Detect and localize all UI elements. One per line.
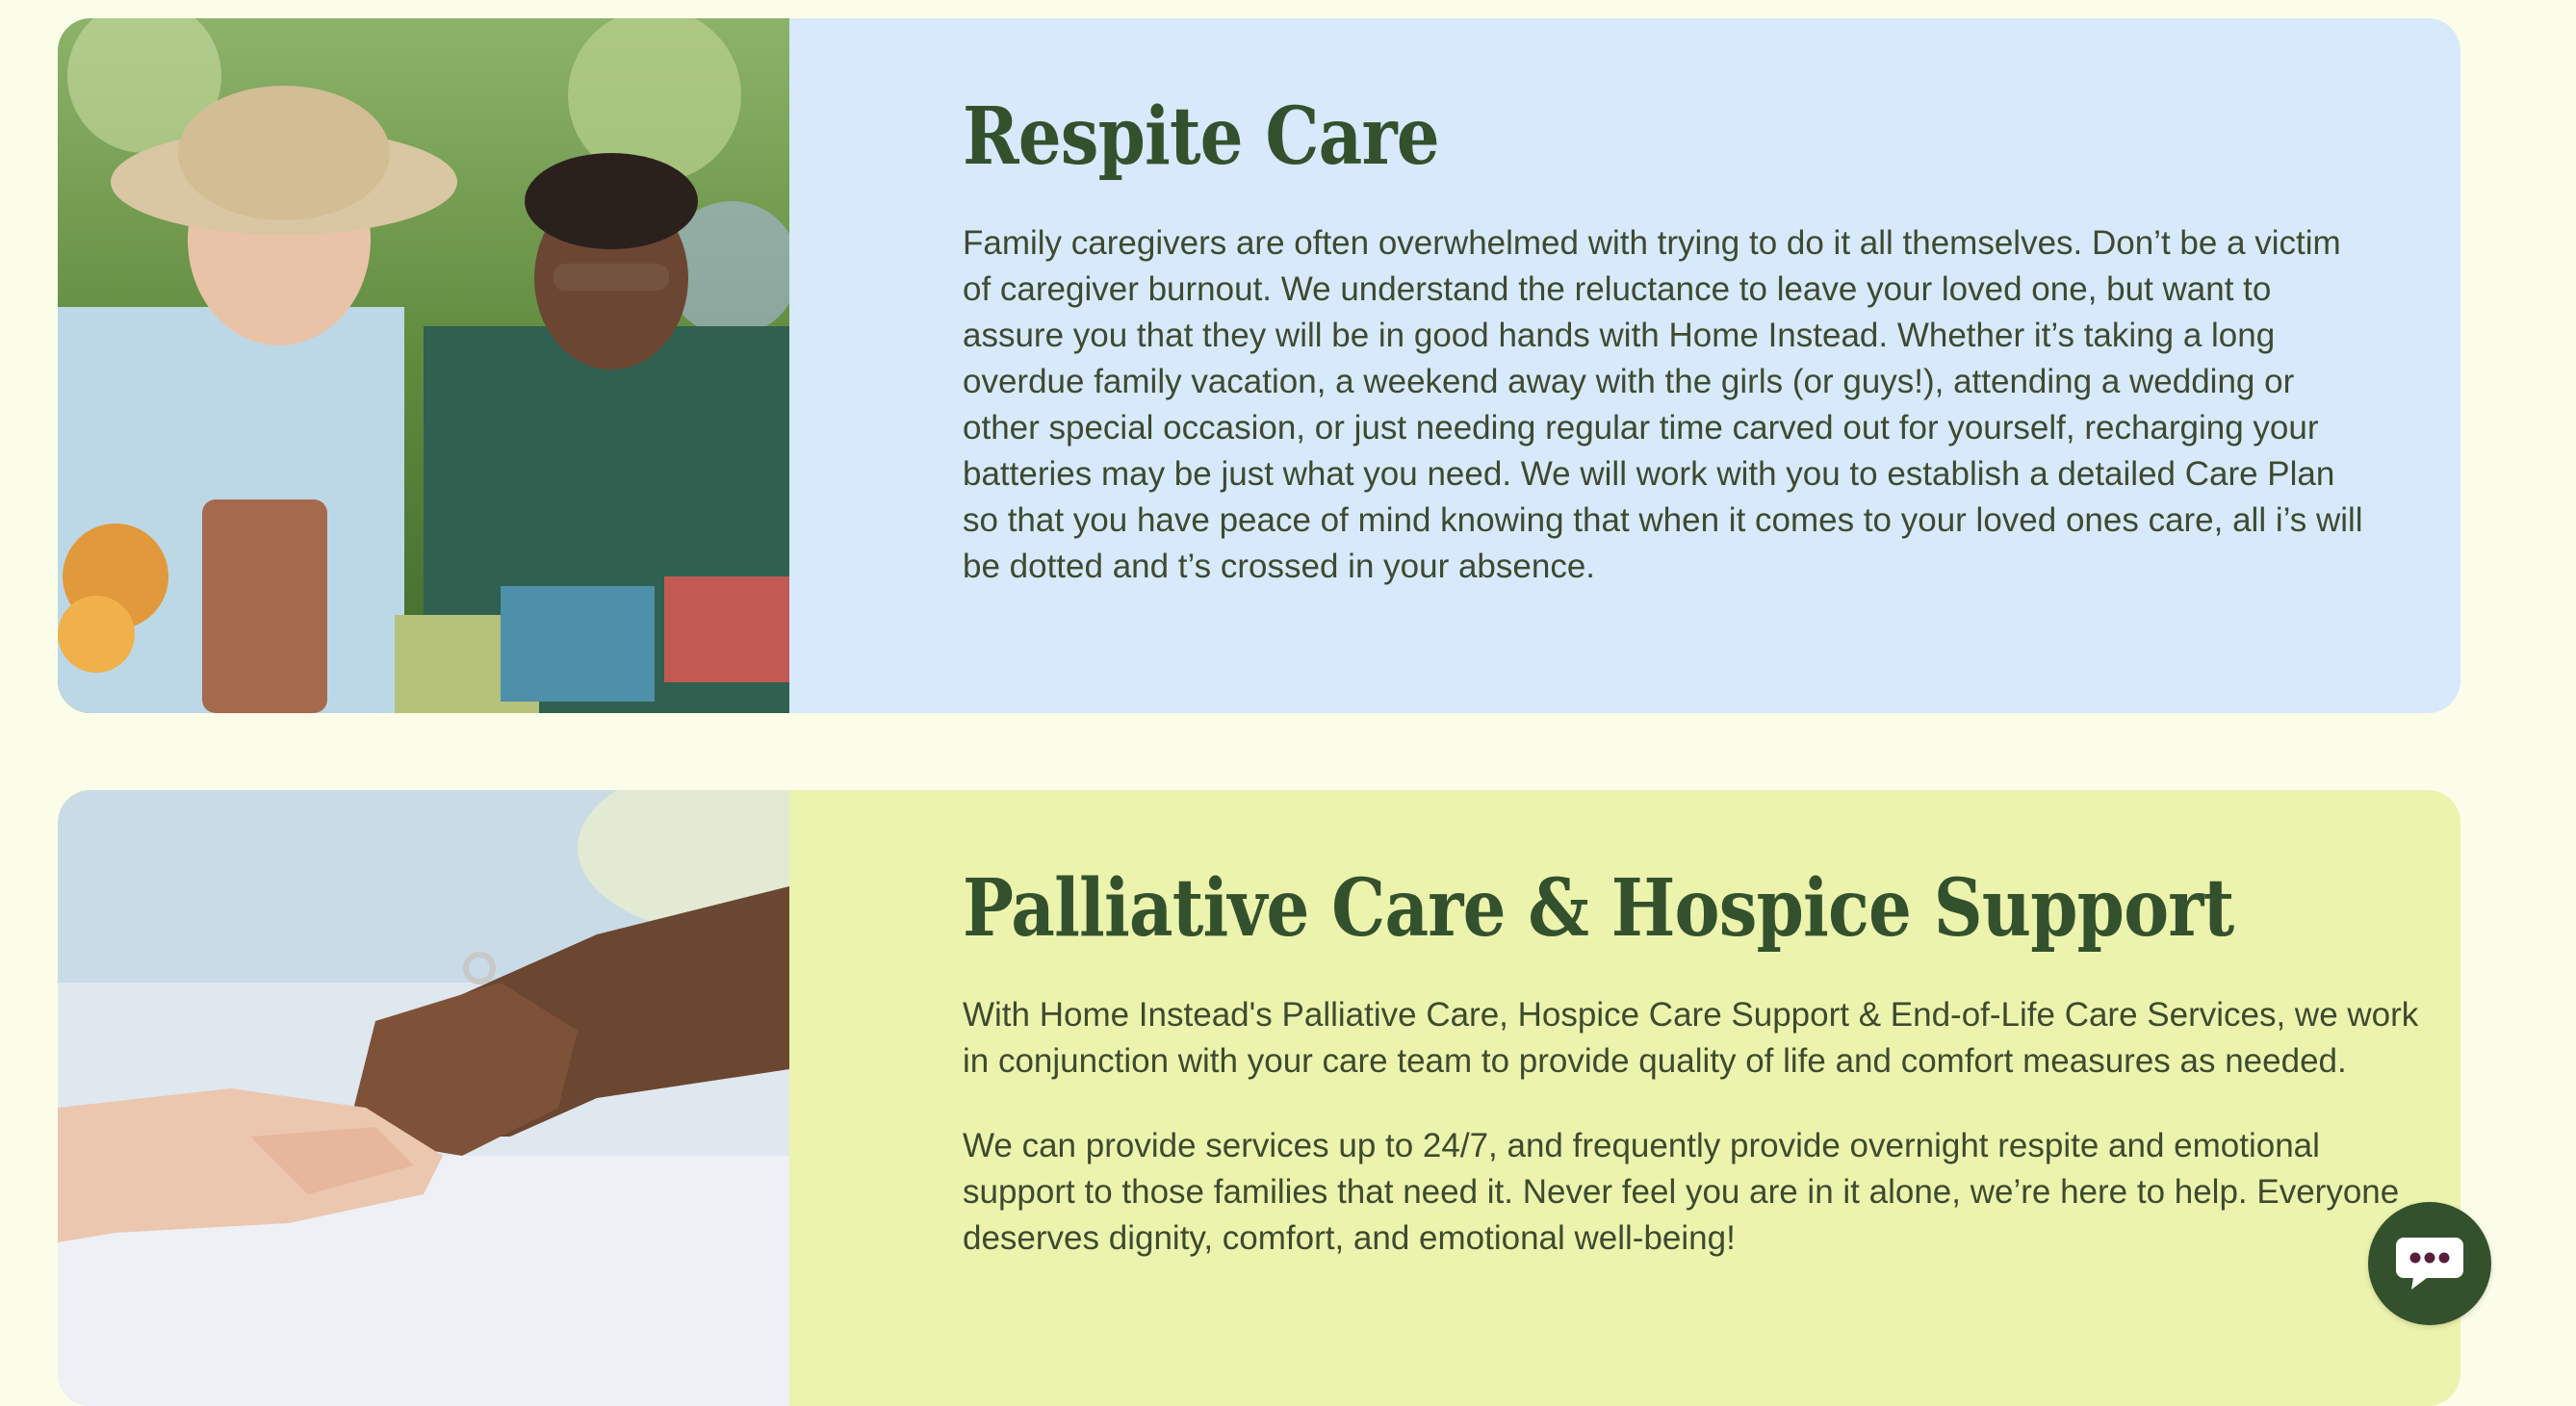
respite-care-content: Respite Care Family caregivers are often… bbox=[789, 18, 2460, 713]
palliative-care-title: Palliative Care & Hospice Support bbox=[963, 862, 2234, 955]
respite-care-card: Respite Care Family caregivers are often… bbox=[58, 18, 2460, 713]
palliative-care-paragraph-2: We can provide services up to 24/7, and … bbox=[963, 1127, 2400, 1258]
seniors-gardening-image bbox=[58, 18, 789, 713]
chat-bubble-icon bbox=[2396, 1238, 2463, 1290]
respite-care-photo bbox=[58, 18, 789, 713]
chat-button[interactable] bbox=[2368, 1202, 2491, 1325]
respite-care-paragraph: Family caregivers are often overwhelmed … bbox=[963, 224, 2363, 586]
palliative-care-paragraph-1: With Home Instead's Palliative Care, Hos… bbox=[963, 996, 2419, 1081]
palliative-care-card: Palliative Care & Hospice Support With H… bbox=[58, 790, 2460, 1406]
holding-hands-image bbox=[58, 790, 789, 1406]
respite-care-title: Respite Care bbox=[963, 90, 1440, 183]
palliative-care-content: Palliative Care & Hospice Support With H… bbox=[789, 790, 2460, 1406]
palliative-care-photo bbox=[58, 790, 789, 1406]
